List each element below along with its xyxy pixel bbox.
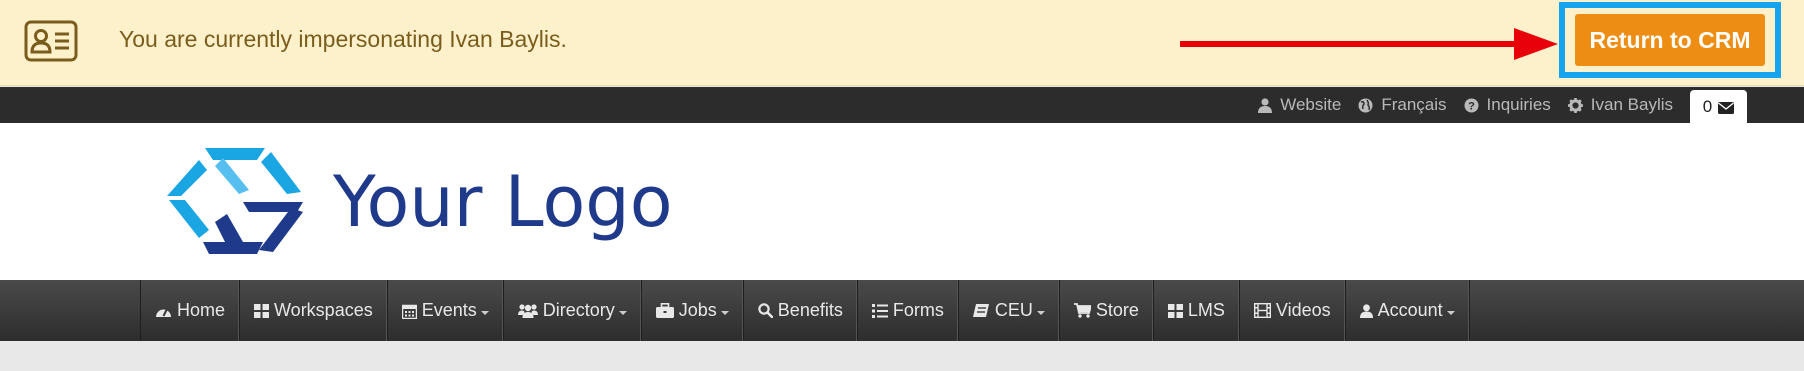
nav-item-directory[interactable]: Directory xyxy=(504,280,642,341)
caret-down-icon xyxy=(1036,310,1045,315)
grid-icon xyxy=(1167,303,1183,318)
briefcase-icon xyxy=(655,303,674,318)
nav-item-label: Home xyxy=(177,300,226,320)
arrow-annotation-icon xyxy=(1180,28,1558,60)
impersonation-message: You are currently impersonating Ivan Bay… xyxy=(119,26,567,52)
user-icon xyxy=(1258,97,1273,113)
list-icon xyxy=(871,303,888,318)
message-count: 0 xyxy=(1702,97,1713,116)
messages-button[interactable]: 0 xyxy=(1690,90,1747,124)
nav-item-workspaces[interactable]: Workspaces xyxy=(240,280,388,341)
grid-icon xyxy=(254,303,270,318)
topbar-link-label: Français xyxy=(1381,95,1447,114)
user-icon xyxy=(1359,303,1373,318)
users-icon xyxy=(517,304,538,318)
search-icon xyxy=(758,303,773,318)
logo-text: Your Logo xyxy=(333,161,673,243)
nav-item-forms[interactable]: Forms xyxy=(858,280,959,341)
page-content-area xyxy=(0,341,1804,371)
impersonation-banner: You are currently impersonating Ivan Bay… xyxy=(0,0,1804,86)
nav-item-benefits[interactable]: Benefits xyxy=(744,280,858,341)
nav-item-label: Forms xyxy=(892,300,944,320)
nav-item-lms[interactable]: LMS xyxy=(1154,280,1240,341)
nav-item-ceu[interactable]: CEU xyxy=(959,280,1060,341)
nav-item-label: LMS xyxy=(1187,300,1225,320)
nav-item-label: Account xyxy=(1377,300,1443,320)
nav-item-home[interactable]: Home xyxy=(141,280,241,341)
envelope-icon xyxy=(1718,101,1735,114)
nav-item-account[interactable]: Account xyxy=(1346,280,1470,341)
caret-down-icon xyxy=(720,310,729,315)
nav-item-label: Benefits xyxy=(777,300,843,320)
dashboard-icon xyxy=(156,308,171,317)
logo-mark-icon xyxy=(167,148,303,254)
topbar-link-label: Website xyxy=(1280,95,1342,114)
nav-item-label: Jobs xyxy=(678,300,717,320)
topbar-link-label: Ivan Baylis xyxy=(1590,95,1673,114)
nav-item-label: Store xyxy=(1095,300,1139,320)
topbar-link-language[interactable]: Français xyxy=(1358,95,1447,115)
cart-icon xyxy=(1073,303,1091,318)
nav-item-label: Events xyxy=(421,300,477,320)
topbar-link-account[interactable]: Ivan Baylis xyxy=(1567,95,1673,115)
logo-header: Your Logo xyxy=(0,123,1804,280)
nav-item-jobs[interactable]: Jobs xyxy=(642,280,744,341)
caret-down-icon xyxy=(1446,310,1455,315)
svg-text:?: ? xyxy=(1468,100,1475,112)
gear-icon xyxy=(1567,97,1583,113)
nav-item-label: Videos xyxy=(1275,300,1331,320)
id-card-icon xyxy=(24,20,78,62)
return-to-crm-button[interactable]: Return to CRM xyxy=(1575,14,1765,66)
calendar-icon xyxy=(401,304,417,319)
nav-item-store[interactable]: Store xyxy=(1060,280,1154,341)
caret-down-icon xyxy=(480,310,489,315)
nav-item-events[interactable]: Events xyxy=(388,280,504,341)
nav-item-label: Workspaces xyxy=(274,300,373,320)
film-icon xyxy=(1253,303,1271,318)
topbar-link-website[interactable]: Website xyxy=(1258,95,1341,115)
main-navigation: Home Workspaces Events Directory Jobs Be… xyxy=(0,280,1804,341)
nav-item-label: CEU xyxy=(994,300,1033,320)
question-circle-icon: ? xyxy=(1464,98,1479,112)
globe-icon xyxy=(1358,98,1373,112)
book-icon xyxy=(972,304,989,317)
caret-down-icon xyxy=(618,310,627,315)
utility-bar: Website Français ? Inquiries Ivan Baylis… xyxy=(0,87,1804,124)
topbar-link-inquiries[interactable]: ? Inquiries xyxy=(1464,95,1551,115)
nav-item-videos[interactable]: Videos xyxy=(1240,280,1346,341)
topbar-link-label: Inquiries xyxy=(1486,95,1551,114)
nav-item-label: Directory xyxy=(542,300,615,320)
